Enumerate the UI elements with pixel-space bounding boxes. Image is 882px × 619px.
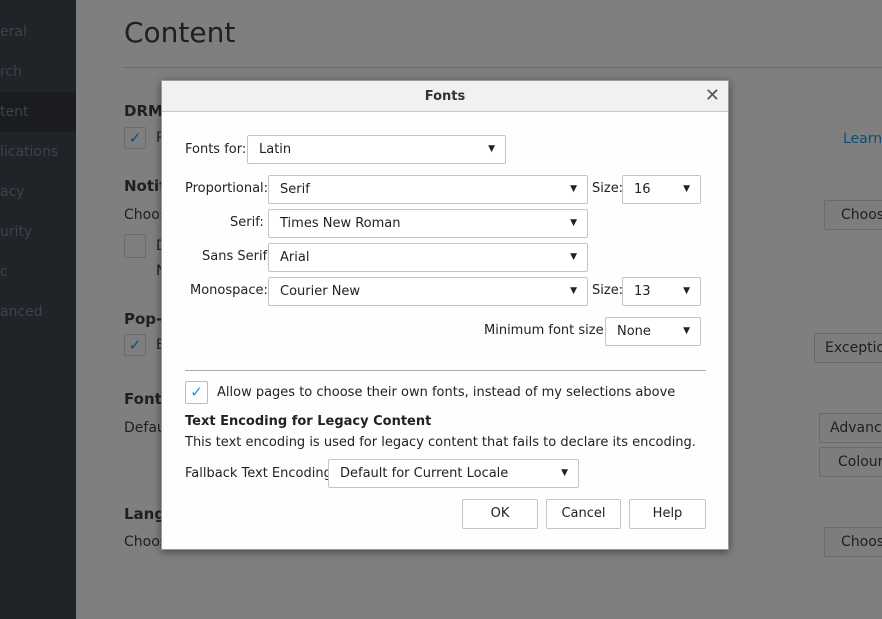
serif-value: Times New Roman <box>280 216 401 231</box>
sans-serif-select[interactable]: Arial ▼ <box>268 243 588 272</box>
fonts-dialog: Fonts ✕ Fonts for: Latin ▼ Proportional: … <box>161 80 729 550</box>
notifications-choose-button[interactable]: Choos <box>824 200 882 230</box>
notifications-checkbox[interactable] <box>124 234 146 258</box>
serif-select[interactable]: Times New Roman ▼ <box>268 209 588 238</box>
colours-button[interactable]: Colour <box>819 447 882 477</box>
drm-heading: DRM <box>124 102 163 120</box>
fallback-encoding-value: Default for Current Locale <box>340 466 509 481</box>
monospace-size-value: 13 <box>634 284 651 299</box>
chevron-down-icon: ▼ <box>570 218 577 228</box>
sans-serif-value: Arial <box>280 250 310 265</box>
fallback-encoding-select[interactable]: Default for Current Locale ▼ <box>328 459 579 488</box>
allow-fonts-checkbox[interactable]: ✓ <box>185 381 208 404</box>
allow-fonts-label[interactable]: Allow pages to choose their own fonts, i… <box>217 379 675 407</box>
help-button[interactable]: Help <box>629 499 706 529</box>
encoding-description: This text encoding is used for legacy co… <box>185 435 696 450</box>
sidebar-item-sync[interactable]: c <box>0 252 76 292</box>
sidebar-item-search[interactable]: rch <box>0 52 76 92</box>
sidebar-item-content[interactable]: tent <box>0 92 76 132</box>
fonts-for-label: Fonts for: <box>185 142 247 157</box>
sidebar-item-advanced[interactable]: anced <box>0 292 76 332</box>
ok-button[interactable]: OK <box>462 499 538 529</box>
sans-serif-label: Sans Serif: <box>202 249 272 264</box>
chevron-down-icon: ▼ <box>570 252 577 262</box>
popups-exceptions-button[interactable]: Exceptio <box>814 333 882 363</box>
fonts-default-label: Defau <box>124 420 166 436</box>
monospace-label: Monospace: <box>190 283 268 298</box>
proportional-size-value: 16 <box>634 182 651 197</box>
close-icon[interactable]: ✕ <box>705 81 720 111</box>
dialog-title: Fonts <box>162 81 728 112</box>
languages-choose-button[interactable]: Choos <box>824 527 882 557</box>
languages-heading: Lang <box>124 505 166 523</box>
divider <box>124 67 882 68</box>
cancel-button[interactable]: Cancel <box>546 499 621 529</box>
chevron-down-icon: ▼ <box>683 286 690 296</box>
chevron-down-icon: ▼ <box>570 286 577 296</box>
sidebar-item-general[interactable]: eral <box>0 12 76 52</box>
monospace-size-select[interactable]: 13 ▼ <box>622 277 701 306</box>
min-font-size-value: None <box>617 324 651 339</box>
chevron-down-icon: ▼ <box>683 184 690 194</box>
notifications-heading: Notif <box>124 177 166 195</box>
fallback-encoding-label: Fallback Text Encoding: <box>185 466 337 481</box>
min-font-size-select[interactable]: None ▼ <box>605 317 701 346</box>
fonts-for-value: Latin <box>259 142 292 157</box>
proportional-label: Proportional: <box>185 181 269 196</box>
monospace-select[interactable]: Courier New ▼ <box>268 277 588 306</box>
page-title: Content <box>124 16 236 49</box>
monospace-value: Courier New <box>280 284 361 299</box>
sidebar-item-security[interactable]: urity <box>0 212 76 252</box>
fonts-advanced-button[interactable]: Advance <box>819 413 882 443</box>
divider <box>185 370 706 371</box>
chevron-down-icon: ▼ <box>683 326 690 336</box>
sidebar-item-applications[interactable]: lications <box>0 132 76 172</box>
sidebar-item-privacy[interactable]: acy <box>0 172 76 212</box>
serif-label: Serif: <box>230 215 264 230</box>
chevron-down-icon: ▼ <box>561 468 568 478</box>
learn-more-link[interactable]: Learn <box>843 131 882 147</box>
chevron-down-icon: ▼ <box>570 184 577 194</box>
chevron-down-icon: ▼ <box>488 144 495 154</box>
mono-size-label: Size: <box>592 283 624 298</box>
popups-checkbox[interactable]: ✓ <box>124 334 146 356</box>
proportional-size-select[interactable]: 16 ▼ <box>622 175 701 204</box>
min-font-size-label: Minimum font size: <box>484 323 608 338</box>
drm-checkbox[interactable]: ✓ <box>124 127 146 149</box>
proportional-value: Serif <box>280 182 310 197</box>
proportional-select[interactable]: Serif ▼ <box>268 175 588 204</box>
fonts-for-select[interactable]: Latin ▼ <box>247 135 506 164</box>
popups-heading: Pop- <box>124 310 163 328</box>
sidebar: eral rch tent lications acy urity c ance… <box>0 0 76 619</box>
size-label: Size: <box>592 181 624 196</box>
